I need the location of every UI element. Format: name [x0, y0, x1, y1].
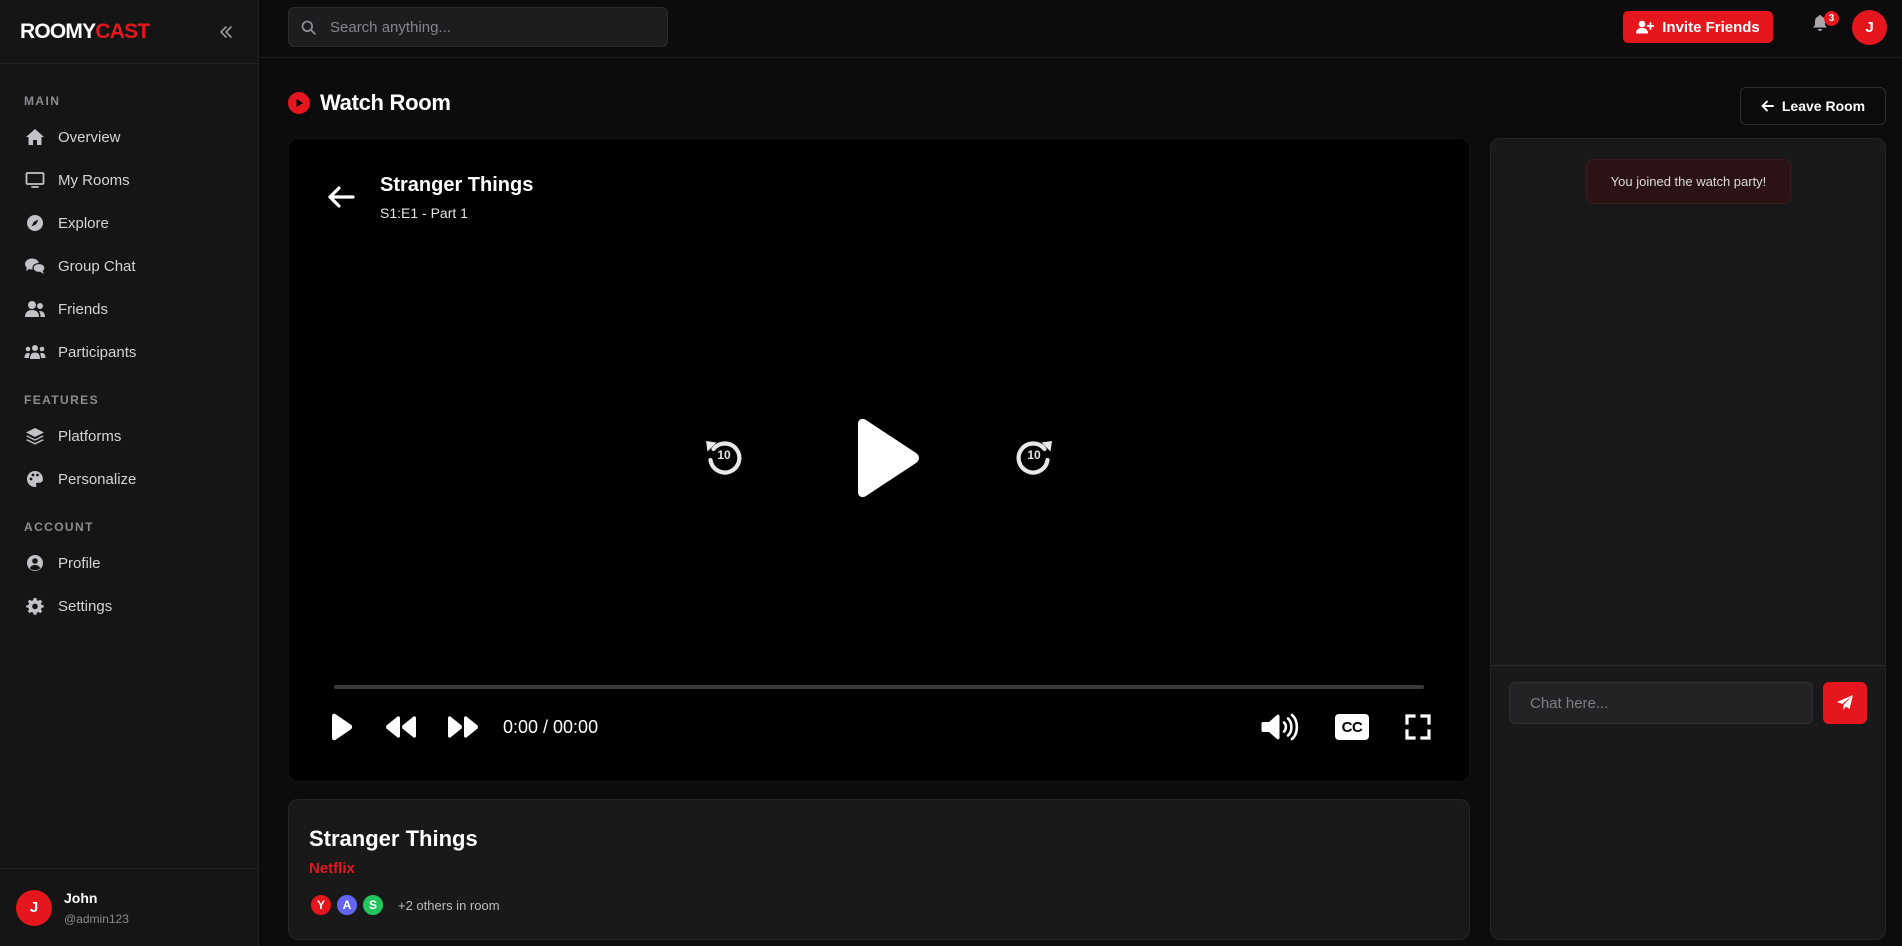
send-message-button[interactable]	[1823, 682, 1867, 724]
search-bar[interactable]	[288, 7, 668, 47]
logo[interactable]: ROOMYCAST	[20, 19, 150, 44]
sidebar-item-label: Friends	[58, 300, 109, 318]
group-icon	[24, 341, 46, 363]
home-icon	[24, 126, 46, 148]
notifications-button[interactable]: 3	[1812, 11, 1839, 38]
player-back-button[interactable]	[325, 181, 357, 213]
system-message: You joined the watch party!	[1586, 159, 1791, 204]
chat-panel: You joined the watch party!	[1490, 138, 1886, 940]
sidebar-item-profile[interactable]: Profile	[10, 543, 248, 583]
search-input[interactable]	[330, 18, 650, 36]
big-play-button[interactable]	[844, 416, 924, 504]
chat-input[interactable]	[1509, 682, 1813, 724]
skip-forward-button[interactable]: 10	[1010, 432, 1058, 480]
captions-label: CC	[1341, 718, 1363, 736]
closed-captions-icon: CC	[1335, 714, 1369, 740]
sidebar-item-label: Participants	[58, 343, 137, 361]
chat-divider	[1491, 665, 1885, 666]
play-button[interactable]	[325, 711, 357, 743]
play-icon	[858, 418, 919, 498]
user-circle-icon	[24, 552, 46, 574]
comments-icon	[24, 255, 46, 277]
users-icon	[24, 298, 46, 320]
layers-icon	[24, 425, 46, 447]
player-show-title: Stranger Things	[380, 174, 534, 196]
sidebar-item-settings[interactable]: Settings	[10, 586, 248, 626]
arrow-left-icon	[1761, 100, 1774, 112]
sidebar-item-my-rooms[interactable]: My Rooms	[10, 160, 248, 200]
volume-button[interactable]	[1261, 711, 1301, 743]
sidebar-item-explore[interactable]: Explore	[10, 203, 248, 243]
participant-avatar[interactable]: S	[361, 893, 385, 917]
fullscreen-button[interactable]	[1402, 711, 1434, 743]
sidebar-item-label: Overview	[58, 128, 121, 146]
time-display: 0:00 / 00:00	[503, 717, 599, 737]
leave-room-button[interactable]: Leave Room	[1740, 87, 1886, 125]
user-handle: @admin123	[64, 911, 129, 926]
sidebar-item-overview[interactable]: Overview	[10, 117, 248, 157]
avatar: J	[16, 889, 52, 926]
sidebar-item-label: My Rooms	[58, 171, 130, 189]
video-player[interactable]: Stranger Things S1:E1 - Part 1 10 10 0:0…	[288, 138, 1470, 782]
fast-forward-button[interactable]	[447, 711, 479, 743]
play-circle-icon	[288, 92, 310, 114]
skip-forward-seconds: 10	[1027, 448, 1041, 462]
sidebar-user-card[interactable]: J John @admin123	[0, 868, 259, 946]
others-in-room: +2 others in room	[398, 898, 500, 913]
platform-name: Netflix	[309, 860, 355, 877]
monitor-icon	[24, 169, 46, 191]
expand-icon	[1405, 714, 1431, 740]
logo-part-1: ROOMY	[20, 19, 96, 43]
show-info-card: Stranger Things Netflix Y A S +2 others …	[288, 799, 1470, 940]
show-title: Stranger Things	[309, 826, 478, 851]
player-episode: S1:E1 - Part 1	[380, 205, 468, 221]
volume-high-icon	[1261, 713, 1299, 741]
sidebar-item-personalize[interactable]: Personalize	[10, 459, 248, 499]
sidebar-item-friends[interactable]: Friends	[10, 289, 248, 329]
rewind-button[interactable]	[385, 711, 417, 743]
topbar: Invite Friends 3 J	[260, 0, 1902, 58]
paper-plane-icon	[1837, 695, 1853, 710]
page-title-text: Watch Room	[320, 90, 451, 115]
notification-badge: 3	[1824, 11, 1839, 26]
page-title: Watch Room	[288, 90, 451, 116]
user-name: John	[64, 889, 98, 906]
sidebar-item-label: Explore	[58, 214, 109, 232]
arrow-left-icon	[328, 186, 355, 208]
invite-friends-button[interactable]: Invite Friends	[1623, 11, 1773, 43]
collapse-sidebar-button[interactable]	[214, 20, 238, 44]
sidebar-item-label: Group Chat	[58, 257, 136, 275]
sidebar-item-platforms[interactable]: Platforms	[10, 416, 248, 456]
search-icon	[301, 20, 316, 35]
forward-icon	[448, 716, 478, 738]
leave-room-label: Leave Room	[1781, 98, 1866, 114]
gear-icon	[24, 595, 46, 617]
backward-icon	[386, 716, 416, 738]
sidebar-item-label: Profile	[58, 554, 101, 572]
skip-back-button[interactable]: 10	[700, 432, 748, 480]
nav-section-main: MAIN	[24, 94, 61, 108]
brand-bar: ROOMYCAST	[0, 0, 258, 64]
sidebar-item-group-chat[interactable]: Group Chat	[10, 246, 248, 286]
nav-section-features: FEATURES	[24, 393, 99, 407]
compass-icon	[24, 212, 46, 234]
sidebar-item-label: Personalize	[58, 470, 137, 488]
progress-bar[interactable]	[334, 685, 1424, 689]
user-plus-icon	[1636, 20, 1655, 34]
sidebar-item-participants[interactable]: Participants	[10, 332, 248, 372]
participant-avatar[interactable]: A	[335, 893, 359, 917]
skip-back-seconds: 10	[717, 448, 731, 462]
sidebar: ROOMYCAST MAIN Overview My Rooms Explore…	[0, 0, 259, 946]
invite-friends-label: Invite Friends	[1662, 18, 1760, 36]
captions-button[interactable]: CC	[1334, 711, 1370, 743]
sidebar-item-label: Platforms	[58, 427, 122, 445]
sidebar-item-label: Settings	[58, 597, 113, 615]
logo-part-2: CAST	[95, 19, 150, 43]
double-chevron-left-icon	[220, 25, 232, 38]
play-icon	[332, 713, 353, 741]
user-avatar-button[interactable]: J	[1852, 10, 1887, 45]
participant-avatar[interactable]: Y	[309, 893, 333, 917]
nav-section-account: ACCOUNT	[24, 520, 94, 534]
palette-icon	[24, 468, 46, 490]
